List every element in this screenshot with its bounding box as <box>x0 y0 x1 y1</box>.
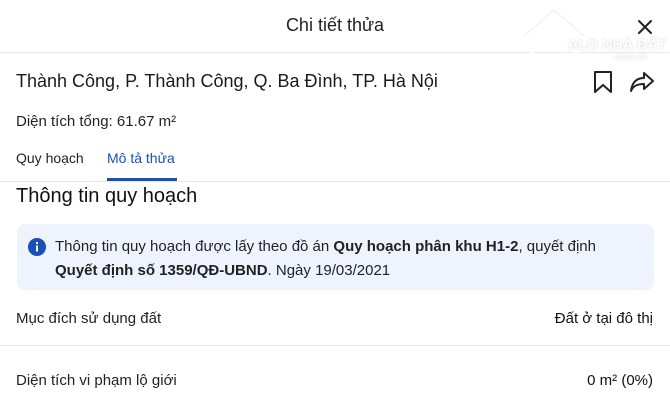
planning-info-box: Thông tin quy hoạch được lấy theo đồ án … <box>17 224 654 290</box>
tab-quy-hoach[interactable]: Quy hoạch <box>16 150 84 166</box>
setback-violation-label: Diện tích vi phạm lộ giới <box>16 372 177 389</box>
parcel-address: Thành Công, P. Thành Công, Q. Ba Đình, T… <box>16 71 438 91</box>
parcel-area: Diện tích tổng: 61.67 m² <box>16 113 176 130</box>
info-icon <box>28 238 46 256</box>
watermark-domain: .com.vn <box>612 52 648 63</box>
land-use-row: Mục đích sử dụng đất Đất ở tại đô thị <box>0 298 670 346</box>
close-icon[interactable] <box>634 16 656 38</box>
area-label: Diện tích tổng: <box>16 113 113 130</box>
planning-info-text: Thông tin quy hoạch được lấy theo đồ án … <box>55 235 625 283</box>
tab-mo-ta-thua[interactable]: Mô tả thửa <box>107 150 175 166</box>
section-title: Thông tin quy hoạch <box>16 185 198 207</box>
decision-number: Quyết định số 1359/QĐ-UBND <box>55 262 268 279</box>
tab-bar: Quy hoạch Mô tả thửa <box>0 140 670 182</box>
bookmark-icon[interactable] <box>591 70 615 94</box>
share-icon[interactable] <box>629 70 655 94</box>
area-value: 61.67 m² <box>116 113 177 130</box>
land-use-label: Mục đích sử dụng đất <box>16 310 162 327</box>
panel-title: Chi tiết thửa <box>285 15 385 35</box>
info-prefix: Thông tin quy hoạch được lấy theo đồ án <box>55 238 330 255</box>
active-tab-indicator <box>107 178 177 181</box>
setback-violation-value: 0 m² (0%) <box>587 372 653 389</box>
plan-name: Quy hoạch phân khu H1-2 <box>333 238 519 255</box>
land-use-value: Đất ở tại đô thị <box>554 310 653 327</box>
watermark-brand: ALO NHÀ ĐẤT <box>568 36 667 52</box>
info-suffix: . Ngày 19/03/2021 <box>267 262 391 279</box>
setback-violation-row: Diện tích vi phạm lộ giới 0 m² (0%) <box>0 346 670 405</box>
info-middle: , quyết định <box>518 238 596 255</box>
